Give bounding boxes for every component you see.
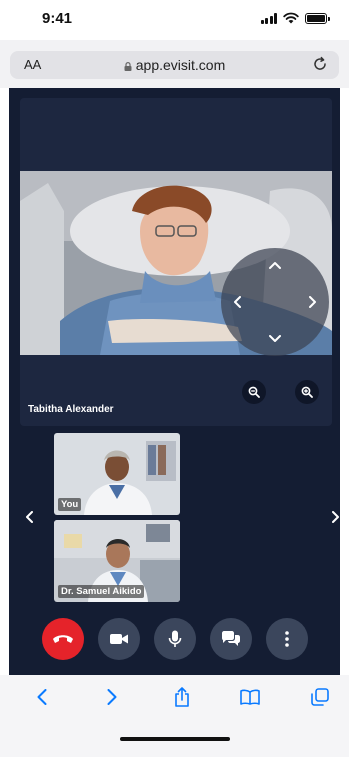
camera-pan-tilt-control xyxy=(221,248,329,356)
browser-address-bar: AA app.evisit.com xyxy=(0,40,349,88)
wifi-icon xyxy=(283,12,299,24)
main-video-panel: Tabitha Alexander xyxy=(20,98,332,426)
phone-hangup-icon xyxy=(52,635,73,643)
forward-button[interactable] xyxy=(98,683,126,711)
more-options-button[interactable] xyxy=(265,618,308,660)
reload-icon[interactable] xyxy=(311,55,329,73)
chevron-right-icon xyxy=(107,689,117,705)
share-icon xyxy=(175,687,189,707)
participant-thumbnail-self[interactable]: You xyxy=(54,433,180,515)
back-button[interactable] xyxy=(28,683,56,711)
pan-left-button[interactable] xyxy=(226,291,248,313)
chevron-left-icon xyxy=(37,689,47,705)
zoom-out-icon xyxy=(248,386,260,398)
video-call-area: Tabitha Alexander You Dr. Samuel Aikido xyxy=(9,88,340,675)
chat-button[interactable] xyxy=(209,618,252,660)
microphone-toggle-button[interactable] xyxy=(153,618,196,660)
pan-up-button[interactable] xyxy=(264,254,286,276)
chevron-left-icon xyxy=(26,511,33,523)
zoom-in-button[interactable] xyxy=(295,380,319,404)
thumbnail-label-self: You xyxy=(58,498,82,511)
home-indicator xyxy=(120,737,230,741)
chevron-left-icon xyxy=(234,296,241,308)
participant-thumbnail-doctor[interactable]: Dr. Samuel Aikido xyxy=(54,520,180,602)
book-icon xyxy=(240,689,260,705)
status-time: 9:41 xyxy=(42,10,73,27)
vertical-dots-icon xyxy=(284,631,289,647)
battery-icon xyxy=(305,12,330,24)
url-text: app.evisit.com xyxy=(10,57,339,73)
cellular-signal-icon xyxy=(260,12,277,24)
chevron-down-icon xyxy=(269,335,281,342)
camera-toggle-button[interactable] xyxy=(97,618,140,660)
share-button[interactable] xyxy=(168,683,196,711)
video-camera-icon xyxy=(109,634,128,644)
microphone-icon xyxy=(168,630,181,647)
end-call-button[interactable] xyxy=(41,618,84,660)
chevron-right-icon xyxy=(309,296,316,308)
thumbnails-prev-button[interactable] xyxy=(19,506,39,528)
tabs-button[interactable] xyxy=(306,683,334,711)
call-controls xyxy=(9,618,340,664)
zoom-out-button[interactable] xyxy=(242,380,266,404)
browser-toolbar xyxy=(0,675,349,757)
zoom-in-icon xyxy=(301,386,313,398)
chevron-up-icon xyxy=(269,262,281,269)
thumbnail-label-doctor: Dr. Samuel Aikido xyxy=(58,585,145,598)
pan-right-button[interactable] xyxy=(302,291,324,313)
url-label: app.evisit.com xyxy=(135,57,226,73)
url-field[interactable]: AA app.evisit.com xyxy=(10,51,339,79)
bookmarks-button[interactable] xyxy=(236,683,264,711)
chevron-right-icon xyxy=(332,511,339,523)
main-participant-name: Tabitha Alexander xyxy=(28,404,114,415)
tabs-icon xyxy=(311,688,329,706)
status-bar: 9:41 xyxy=(0,0,349,40)
thumbnails-next-button[interactable] xyxy=(326,506,346,528)
chat-bubbles-icon xyxy=(221,631,240,646)
lock-icon xyxy=(124,62,132,71)
pan-down-button[interactable] xyxy=(264,328,286,350)
status-icons xyxy=(260,12,330,24)
